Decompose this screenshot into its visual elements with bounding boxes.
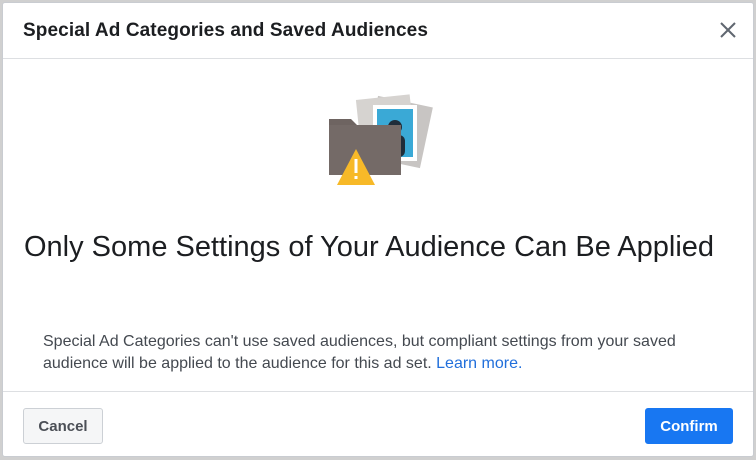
confirm-button[interactable]: Confirm (645, 408, 733, 444)
dialog-title: Special Ad Categories and Saved Audience… (23, 20, 428, 41)
close-icon (720, 22, 736, 38)
dialog-headline: Only Some Settings of Your Audience Can … (24, 231, 715, 263)
dialog-body: Special Ad Categories can't use saved au… (43, 331, 723, 375)
dialog-header: Special Ad Categories and Saved Audience… (3, 3, 753, 59)
special-ad-categories-dialog: Special Ad Categories and Saved Audience… (2, 2, 754, 457)
cancel-button[interactable]: Cancel (23, 408, 103, 444)
dialog-footer: Cancel Confirm (3, 391, 753, 456)
body-text: Special Ad Categories can't use saved au… (43, 333, 676, 372)
close-button[interactable] (715, 17, 741, 43)
folder-warning-illustration (321, 81, 439, 199)
learn-more-link[interactable]: Learn more. (436, 355, 522, 372)
